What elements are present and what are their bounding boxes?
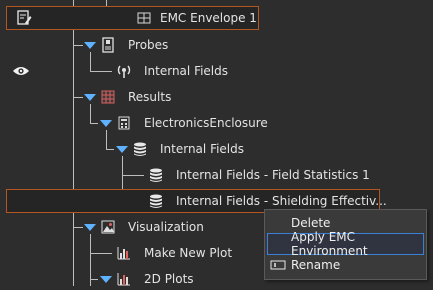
tree-line [106,130,107,149]
results-table-icon [100,89,116,105]
expand-arrow-icon[interactable] [84,94,96,101]
antenna-icon [116,63,132,79]
tree-item-label: Make New Plot [144,246,233,260]
bar-chart-icon [116,271,132,287]
expand-arrow-icon[interactable] [100,276,112,283]
edit-document-icon [16,10,32,26]
tree-item-label: Internal Fields - Shielding Effectiv... [176,194,387,208]
tree-item-label: ElectronicsEnclosure [144,116,268,130]
database-icon [148,167,164,183]
tree-item-label: EMC Envelope 1 [160,11,257,25]
tree-line [90,71,112,72]
tree-line [73,227,83,228]
image-icon [100,219,116,235]
tree-line [73,97,83,98]
menu-item-rename[interactable]: Rename [265,255,426,275]
tree-item-emc-envelope[interactable]: EMC Envelope 1 [6,6,259,30]
tree-item-internal-fields-probe[interactable]: Internal Fields [116,60,276,82]
menu-item-label: Rename [291,258,341,272]
bar-chart-icon [116,245,132,261]
tree-item-2d-plots[interactable]: 2D Plots [116,268,256,290]
context-menu: Delete Apply EMC Environment Rename [264,209,427,280]
tree-item-probes[interactable]: Probes [100,34,220,56]
tree-item-electronics-enclosure[interactable]: ElectronicsEnclosure [116,112,276,134]
tree-item-label: Internal Fields [160,142,245,156]
tree-item-visualization[interactable]: Visualization [100,216,240,238]
expand-arrow-icon[interactable] [84,42,96,49]
probe-icon [100,37,116,53]
menu-item-apply-emc-environment[interactable]: Apply EMC Environment [267,230,424,258]
tree-item-label: Internal Fields - Field Statistics 1 [176,168,370,182]
tree-line [106,149,114,150]
tree-line [73,228,74,286]
database-icon [148,193,164,209]
expand-arrow-icon[interactable] [84,224,96,231]
rename-icon [270,257,286,273]
tree-item-results[interactable]: Results [100,86,220,108]
tree-line [90,123,98,124]
tree-item-label: Probes [128,38,169,52]
tree-line [90,279,98,280]
envelope-grid-icon [136,10,152,26]
tree-line [90,253,112,254]
tree-item-field-statistics[interactable]: Internal Fields - Field Statistics 1 [148,164,370,186]
calculator-icon [116,115,132,131]
tree-item-internal-fields-results[interactable]: Internal Fields [132,138,292,160]
database-icon [132,141,148,157]
tree-line [90,52,91,71]
expand-arrow-icon[interactable] [100,120,112,127]
tree-line [122,175,144,176]
menu-item-label: Apply EMC Environment [291,230,368,258]
tree-item-label: 2D Plots [144,272,194,286]
tree-item-label: Visualization [128,220,204,234]
tree-item-label: Results [128,90,172,104]
tree-line [90,104,91,123]
tree-item-make-new-plot[interactable]: Make New Plot [116,242,256,264]
menu-item-label: Delete [291,216,331,230]
eye-icon[interactable] [12,65,30,77]
tree-line [73,45,83,46]
expand-arrow-icon[interactable] [116,146,128,153]
tree-item-label: Internal Fields [144,64,229,78]
